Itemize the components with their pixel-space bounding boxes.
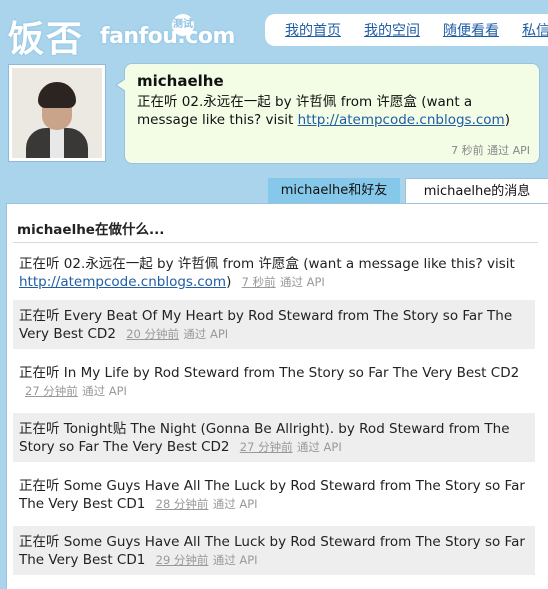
avatar-image: [12, 68, 102, 158]
tab-messages[interactable]: michaelhe的消息: [405, 178, 548, 205]
message-time-link[interactable]: 27 分钟前: [25, 384, 78, 398]
list-item: 正在听 Every Beat Of My Heart by Rod Stewar…: [13, 300, 535, 349]
list-item: 正在听 02.永远在一起 by 许哲佩 from 许愿盒 (want a mes…: [19, 256, 515, 290]
site-logo[interactable]: 饭否 fanfou.com 测试: [8, 10, 248, 60]
status-meta: 7 秒前 通过 API: [451, 144, 530, 157]
nav-browse[interactable]: 随便看看: [443, 20, 499, 40]
list-item: 正在听 Some Guys Have All The Luck by Rod S…: [19, 478, 525, 512]
message-source: 通过 API: [212, 553, 258, 567]
message-time-link[interactable]: 29 分钟前: [156, 553, 209, 567]
profile-username: michaelhe: [137, 72, 224, 90]
list-item: 正在听 Tonight贴 The Night (Gonna Be Allrigh…: [13, 413, 535, 462]
list-item: 正在听 In My Life by Rod Steward from The S…: [19, 365, 520, 398]
list-item: 正在听 Some Guys Have All The Luck by Rod S…: [13, 526, 535, 575]
current-status-text: 正在听 02.永远在一起 by 许哲佩 from 许愿盒 (want a mes…: [137, 94, 510, 128]
nav-my-home[interactable]: 我的首页: [285, 20, 341, 40]
top-nav: 我的首页 我的空间 随便看看 私信: [265, 14, 548, 46]
nav-my-space[interactable]: 我的空间: [364, 20, 420, 40]
message-time-link[interactable]: 7 秒前: [242, 275, 276, 289]
message-source: 通过 API: [296, 440, 342, 454]
message-source: 通过 API: [183, 327, 229, 341]
message-link[interactable]: http://atempcode.cnblogs.com: [19, 274, 226, 290]
message-source: 通过 API: [212, 497, 258, 511]
message-time-link[interactable]: 20 分钟前: [126, 327, 179, 341]
current-status-bubble: michaelhe 正在听 02.永远在一起 by 许哲佩 from 许愿盒 (…: [115, 63, 540, 164]
logo-badge: 测试: [172, 14, 194, 36]
tab-friends[interactable]: michaelhe和好友: [268, 178, 400, 203]
panel-title: michaelhe在做什么...: [17, 222, 165, 238]
message-time-link[interactable]: 27 分钟前: [240, 440, 293, 454]
divider: [13, 242, 538, 243]
status-link[interactable]: http://atempcode.cnblogs.com: [298, 112, 505, 128]
avatar[interactable]: [8, 64, 106, 162]
logo-chinese-text: 饭否: [8, 19, 85, 60]
message-time-link[interactable]: 28 分钟前: [156, 497, 209, 511]
message-source: 通过 API: [82, 384, 127, 398]
message-source: 通过 API: [279, 275, 325, 289]
nav-private-messages[interactable]: 私信: [522, 20, 548, 40]
messages-panel: michaelhe在做什么... 正在听 02.永远在一起 by 许哲佩 fro…: [6, 203, 548, 589]
logo-domain-text: fanfou.com: [100, 24, 235, 49]
